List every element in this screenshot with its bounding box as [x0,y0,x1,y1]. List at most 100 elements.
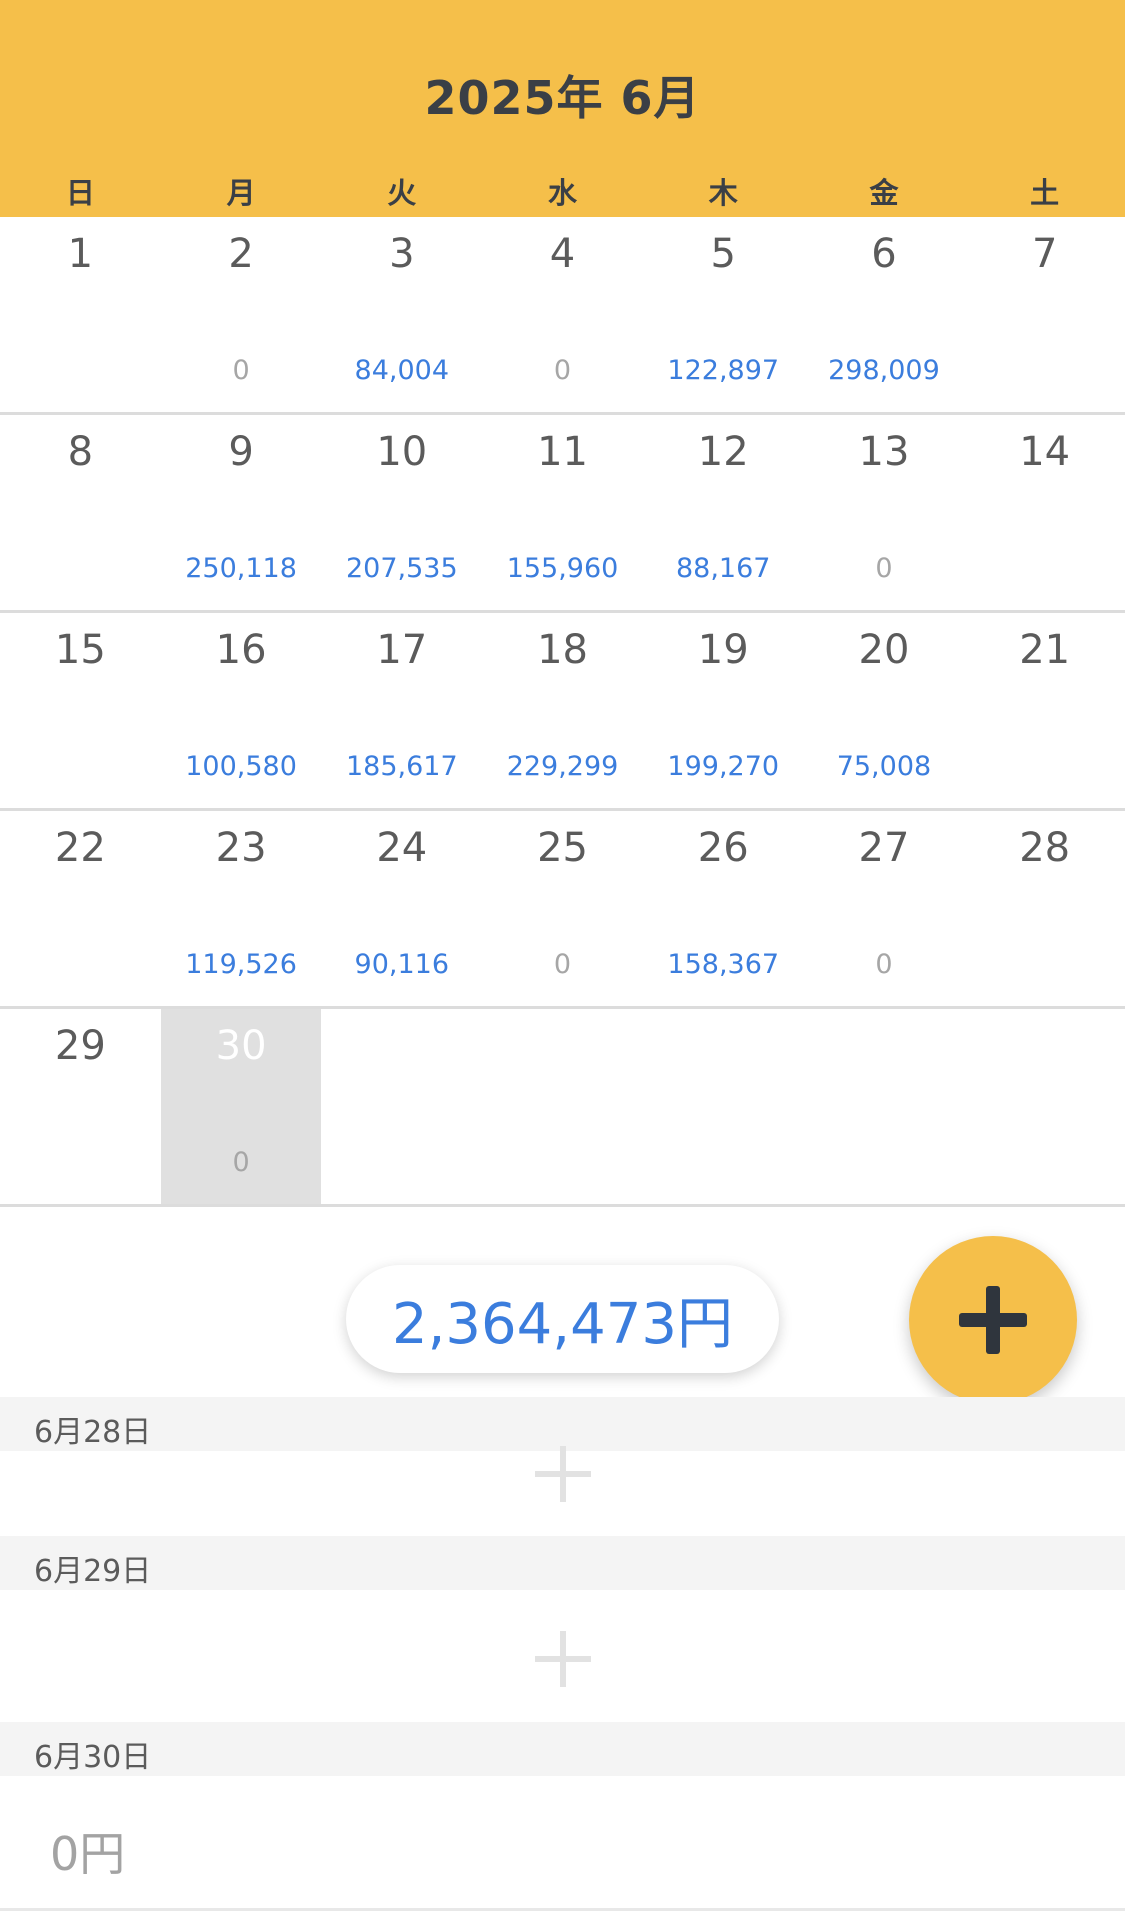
day-section-label: 6月29日 [34,1554,152,1589]
day-section-header: 6月28日 [0,1397,1125,1451]
calendar-empty-cell [804,1009,965,1204]
day-number: 12 [697,429,749,475]
calendar-day[interactable]: 20 [161,217,322,412]
calendar-empty-cell [643,1009,804,1204]
day-amount: 185,617 [345,751,458,782]
day-number: 26 [697,825,749,871]
day-number: 11 [537,429,588,475]
day-number: 10 [376,429,428,475]
calendar-day[interactable]: 14 [964,415,1125,610]
calendar-day[interactable]: 13 0 [804,415,965,610]
weekday-thu: 木 [708,176,738,210]
day-number: 22 [54,825,106,871]
day-amount: 229,299 [506,751,619,782]
add-entry-button[interactable] [909,1236,1077,1404]
calendar-empty-cell [321,1009,482,1204]
calendar-day[interactable]: 30 0 [160,1009,322,1204]
calendar-day[interactable]: 24 90,116 [321,811,482,1006]
day-number: 25 [537,825,588,871]
day-amount: 90,116 [354,949,450,980]
day-number: 20 [858,627,910,673]
day-number: 23 [215,825,267,871]
day-amount: 0 [875,553,893,584]
day-amount: 0 [232,1147,250,1178]
day-number: 2 [228,231,254,277]
calendar-day[interactable]: 23 119,526 [161,811,322,1006]
day-amount: 158,367 [667,949,780,980]
calendar-day[interactable]: 22 [0,811,161,1006]
day-number: 16 [215,627,267,673]
calendar-day[interactable]: 27 0 [804,811,965,1006]
day-number: 6 [871,231,897,277]
day-number: 4 [549,231,576,277]
calendar-day[interactable]: 7 [964,217,1125,412]
weekday-sun: 日 [65,176,95,210]
calendar-day[interactable]: 10 207,535 [321,415,482,610]
calendar-day[interactable]: 19 199,270 [643,613,804,808]
calendar-grid: 1 2 0 3 84,004 4 0 5 122,897 6 298,009 7 8 9 250,118 10… [0,217,1125,1207]
day-amount: 207,535 [345,553,458,584]
calendar-day[interactable]: 20 75,008 [804,613,965,808]
month-total: 2,364,473円 [346,1265,779,1373]
calendar-week: 15 16 100,580 17 185,617 18 229,299 19 199,270 20… [0,613,1125,811]
add-item-button[interactable] [535,1631,591,1687]
day-amount: 75,008 [836,751,932,782]
day-amount: 0 [553,949,572,980]
calendar-day[interactable]: 8 [0,415,161,610]
calendar-day[interactable]: 18 229,299 [482,613,643,808]
day-amount: 100,580 [185,751,297,782]
calendar-week: 29 30 0 [0,1009,1125,1207]
day-number: 1 [67,231,94,277]
day-amount: 199,270 [667,751,780,782]
day-number: 7 [1031,231,1058,277]
calendar-day[interactable]: 26 158,367 [643,811,804,1006]
calendar-empty-cell [482,1009,643,1204]
day-amount: 122,897 [667,355,780,386]
calendar-day[interactable]: 40 [482,217,643,412]
day-number: 21 [1019,627,1071,673]
calendar-day[interactable]: 15 [0,613,161,808]
day-number: 3 [389,231,415,277]
day-number: 30 [215,1023,267,1069]
month-title[interactable]: 2025年 6月 [0,62,1125,128]
calendar-day[interactable]: 25 0 [482,811,643,1006]
calendar-week: 8 9 250,118 10 207,535 11 155,960 12 88,167 13 0 14 [0,415,1125,613]
calendar-day[interactable]: 29 [0,1009,161,1204]
calendar-day[interactable]: 17 185,617 [321,613,482,808]
day-number: 13 [858,429,910,475]
weekday-mon: 月 [226,176,256,210]
calendar-day[interactable]: 1 [0,217,161,412]
add-item-button[interactable] [535,1446,591,1502]
day-number: 15 [54,627,106,673]
day-number: 8 [67,429,94,475]
weekday-sat: 土 [1030,176,1060,210]
weekday-fri: 金 [869,176,899,210]
calendar-week: 22 23 119,526 24 90,116 25 0 26 158,367 27 0 28 [0,811,1125,1009]
calendar-day[interactable]: 5 122,897 [643,217,804,412]
calendar-day[interactable]: 9 250,118 [161,415,322,610]
day-amount: 84,004 [354,355,450,386]
weekday-wed: 水 [548,176,578,210]
day-number: 27 [858,825,910,871]
calendar-day[interactable]: 28 [964,811,1125,1006]
calendar-header: 2025年 6月 日 月 火 水 木 金 土 [0,0,1125,217]
day-number: 9 [228,429,254,475]
calendar-day[interactable]: 21 [964,613,1125,808]
calendar-day[interactable]: 16 100,580 [161,613,322,808]
calendar-day[interactable]: 3 84,004 [321,217,482,412]
calendar-week: 1 2 0 3 84,004 4 0 5 122,897 6 298,009 7 [0,217,1125,415]
divider [0,1908,1125,1911]
day-section-header: 6月29日 [0,1536,1125,1590]
calendar-day[interactable]: 11 155,960 [482,415,643,610]
weekday-tue: 火 [387,176,417,210]
calendar-day[interactable]: 12 88,167 [643,415,804,610]
day-number: 17 [376,627,428,673]
day-number: 14 [1019,429,1071,475]
day-number: 29 [54,1023,106,1069]
day-number: 24 [376,825,428,871]
day-section-label: 6月30日 [34,1740,152,1775]
day-amount: 250,118 [185,553,297,584]
day-entry-amount[interactable]: 0円 [50,1818,125,1884]
calendar-day[interactable]: 6 298,009 [804,217,965,412]
day-number: 5 [710,231,736,277]
